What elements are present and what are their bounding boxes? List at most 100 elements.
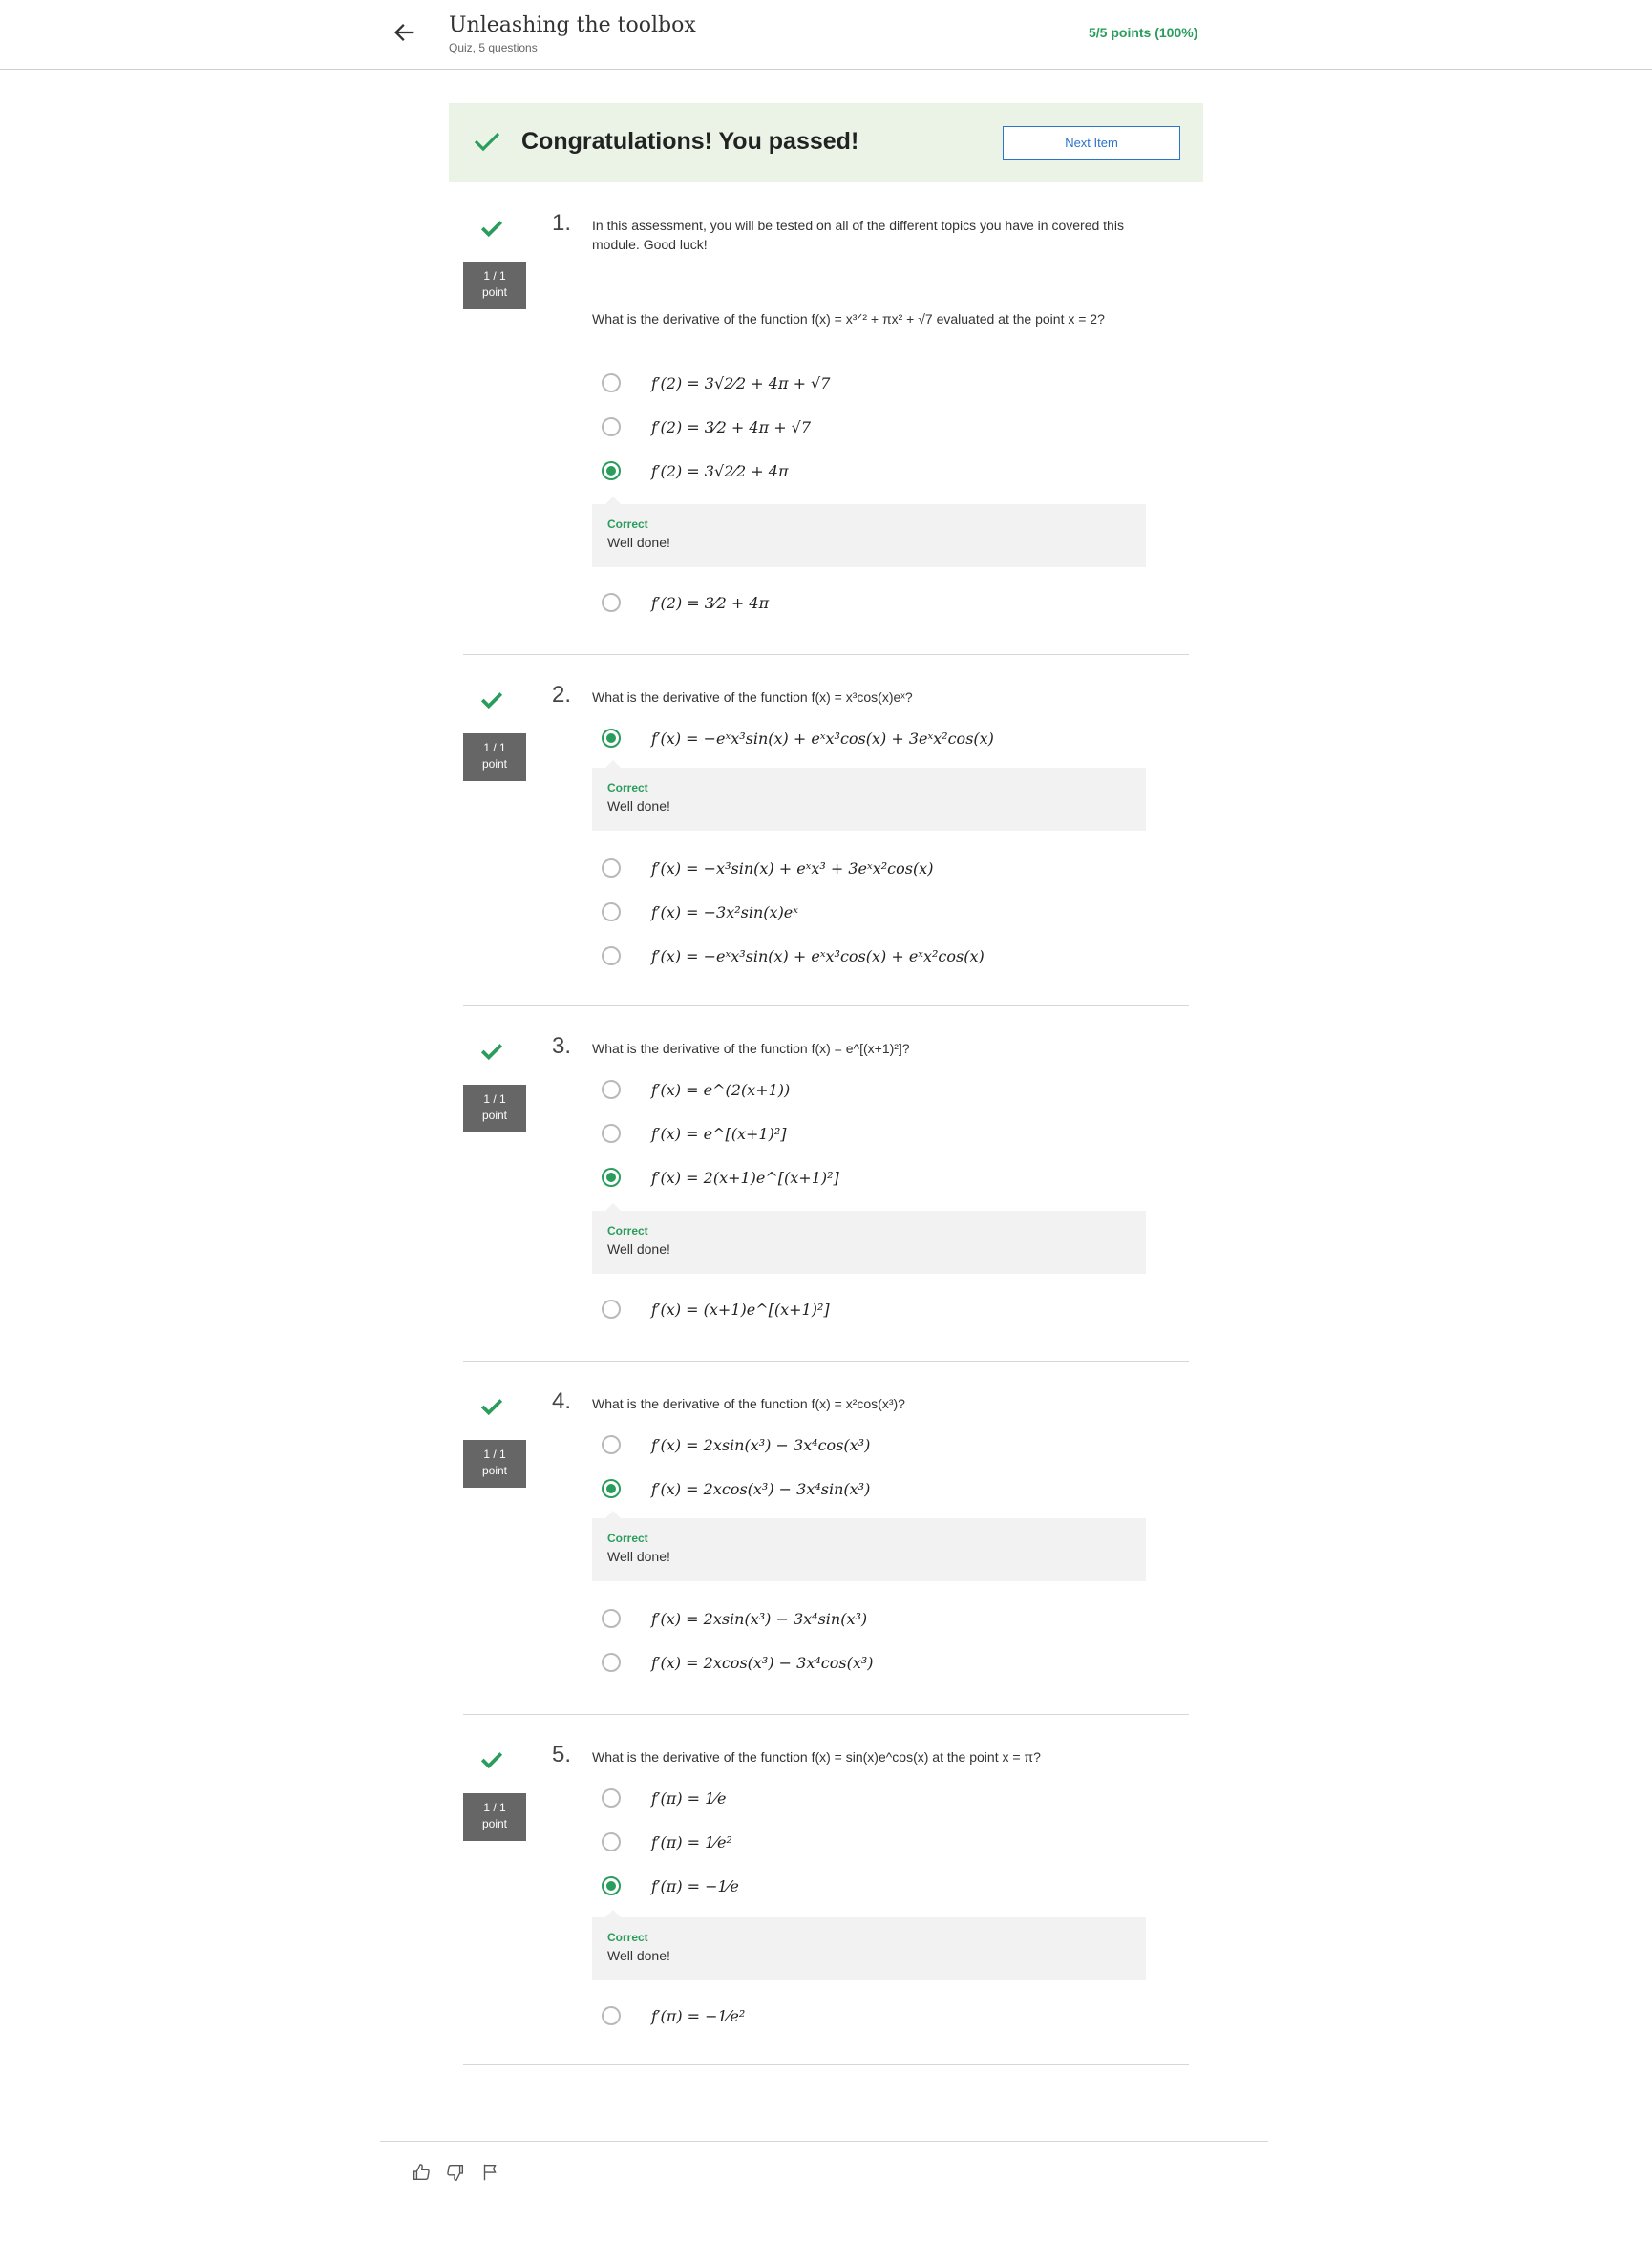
answer-option[interactable]: f′(x) = 2xcos(x³) − 3x⁴cos(x³) <box>602 1648 874 1677</box>
check-icon <box>480 1752 503 1769</box>
answer-option[interactable]: f′(x) = −x³sin(x) + eˣx³ + 3eˣx²cos(x) <box>602 854 933 882</box>
option-label: f′(x) = e^[(x+1)²] <box>651 1124 787 1143</box>
question-number: 1. <box>552 210 572 236</box>
radio-button[interactable] <box>602 1788 621 1808</box>
answer-option[interactable]: f′(2) = 3⁄2 + 4π <box>602 588 769 617</box>
divider <box>463 1361 1189 1362</box>
answer-option[interactable]: f′(π) = −1⁄e <box>602 1872 739 1900</box>
feedback-text: Well done! <box>607 1948 670 1963</box>
radio-button[interactable] <box>602 1124 621 1143</box>
feedback-box: Correct Well done! <box>592 1910 1146 1980</box>
answer-option[interactable]: f′(x) = −eˣx³sin(x) + eˣx³cos(x) + 3eˣx²… <box>602 724 994 752</box>
check-icon <box>480 1044 503 1061</box>
option-label: f′(π) = 1⁄e <box>651 1788 727 1808</box>
pass-banner: Congratulations! You passed! Next Item <box>449 103 1203 182</box>
answer-option[interactable]: f′(x) = 2xsin(x³) − 3x⁴cos(x³) <box>602 1430 870 1459</box>
option-label: f′(2) = 3√2⁄2 + 4π <box>651 461 789 480</box>
answer-option[interactable]: f′(π) = −1⁄e² <box>602 2001 745 2030</box>
check-icon <box>480 692 503 709</box>
option-label: f′(x) = e^(2(x+1)) <box>651 1080 791 1099</box>
radio-button[interactable] <box>602 1300 621 1319</box>
answer-option[interactable]: f′(2) = 3√2⁄2 + 4π <box>602 456 788 485</box>
feedback-title: Correct <box>607 1224 648 1238</box>
option-label: f′(2) = 3⁄2 + 4π + √7 <box>651 417 812 436</box>
answer-option[interactable]: f′(x) = 2(x+1)e^[(x+1)²] <box>602 1163 839 1192</box>
option-label: f′(x) = 2xsin(x³) − 3x⁴sin(x³) <box>651 1609 868 1628</box>
radio-button-selected[interactable] <box>602 1479 621 1498</box>
answer-option[interactable]: f′(π) = 1⁄e <box>602 1784 726 1812</box>
question-number: 2. <box>552 682 572 708</box>
radio-button-selected[interactable] <box>602 461 621 480</box>
radio-button[interactable] <box>602 858 621 878</box>
question-text: What is the derivative of the function f… <box>592 1396 905 1411</box>
next-item-button[interactable]: Next Item <box>1003 126 1180 160</box>
question-number: 4. <box>552 1388 572 1414</box>
question-number: 5. <box>552 1742 572 1767</box>
radio-button[interactable] <box>602 373 621 392</box>
radio-button[interactable] <box>602 946 621 965</box>
radio-button[interactable] <box>602 593 621 612</box>
answer-option[interactable]: f′(2) = 3√2⁄2 + 4π + √7 <box>602 369 830 397</box>
answer-option[interactable]: f′(x) = 2xcos(x³) − 3x⁴sin(x³) <box>602 1474 870 1503</box>
radio-button[interactable] <box>602 902 621 921</box>
flag-icon[interactable] <box>479 2162 500 2183</box>
page-title: Unleashing the toolbox <box>449 13 696 37</box>
top-bar: Unleashing the toolbox Quiz, 5 questions… <box>0 0 1652 70</box>
option-label: f′(π) = −1⁄e² <box>651 2006 746 2025</box>
answer-option[interactable]: f′(x) = −3x²sin(x)eˣ <box>602 898 798 926</box>
answer-option[interactable]: f′(x) = e^[(x+1)²] <box>602 1119 787 1148</box>
points-badge: 1 / 1 point <box>463 1085 526 1132</box>
check-icon <box>474 132 500 152</box>
arrow-left-icon[interactable] <box>392 19 418 46</box>
option-label: f′(x) = 2xcos(x³) − 3x⁴sin(x³) <box>651 1479 871 1498</box>
radio-button[interactable] <box>602 1653 621 1672</box>
answer-option[interactable]: f′(x) = e^(2(x+1)) <box>602 1075 790 1104</box>
feedback-title: Correct <box>607 518 648 531</box>
radio-button[interactable] <box>602 1609 621 1628</box>
radio-button[interactable] <box>602 1080 621 1099</box>
divider <box>463 1005 1189 1006</box>
question-intro: In this assessment, you will be tested o… <box>592 218 1124 252</box>
points-badge: 1 / 1 point <box>463 1793 526 1841</box>
pass-message: Congratulations! You passed! <box>521 128 859 155</box>
feedback-text: Well done! <box>607 1549 670 1564</box>
option-label: f′(x) = −eˣx³sin(x) + eˣx³cos(x) + 3eˣx²… <box>651 729 994 748</box>
answer-option[interactable]: f′(x) = −eˣx³sin(x) + eˣx³cos(x) + eˣx²c… <box>602 942 985 970</box>
footer-divider <box>380 2141 1268 2142</box>
answer-option[interactable]: f′(π) = 1⁄e² <box>602 1828 732 1856</box>
thumbs-down-icon[interactable] <box>445 2162 466 2183</box>
page-subtitle: Quiz, 5 questions <box>449 41 538 54</box>
feedback-title: Correct <box>607 781 648 794</box>
option-label: f′(x) = −eˣx³sin(x) + eˣx³cos(x) + eˣx²c… <box>651 946 985 965</box>
radio-button-selected[interactable] <box>602 729 621 748</box>
radio-button[interactable] <box>602 2006 621 2025</box>
points-badge: 1 / 1 point <box>463 733 526 781</box>
question-text: What is the derivative of the function f… <box>592 311 1105 327</box>
radio-button-selected[interactable] <box>602 1876 621 1895</box>
radio-button-selected[interactable] <box>602 1168 621 1187</box>
feedback-title: Correct <box>607 1931 648 1944</box>
radio-button[interactable] <box>602 1832 621 1851</box>
check-icon <box>480 221 503 238</box>
feedback-box: Correct Well done! <box>592 760 1146 831</box>
feedback-actions <box>411 2162 500 2183</box>
title-block: Unleashing the toolbox Quiz, 5 questions <box>449 11 696 55</box>
option-label: f′(x) = −3x²sin(x)eˣ <box>651 902 798 921</box>
points-badge: 1 / 1 point <box>463 262 526 309</box>
option-label: f′(x) = −x³sin(x) + eˣx³ + 3eˣx²cos(x) <box>651 858 934 878</box>
answer-option[interactable]: f′(2) = 3⁄2 + 4π + √7 <box>602 413 811 441</box>
divider <box>463 1714 1189 1715</box>
thumbs-up-icon[interactable] <box>411 2162 432 2183</box>
radio-button[interactable] <box>602 1435 621 1454</box>
radio-button[interactable] <box>602 417 621 436</box>
answer-option[interactable]: f′(x) = (x+1)e^[(x+1)²] <box>602 1295 830 1323</box>
option-label: f′(π) = −1⁄e <box>651 1876 739 1895</box>
option-label: f′(2) = 3⁄2 + 4π <box>651 593 770 612</box>
feedback-box: Correct Well done! <box>592 1511 1146 1581</box>
points-badge: 1 / 1 point <box>463 1440 526 1488</box>
question-text: What is the derivative of the function f… <box>592 1749 1041 1765</box>
answer-option[interactable]: f′(x) = 2xsin(x³) − 3x⁴sin(x³) <box>602 1604 867 1633</box>
divider <box>463 654 1189 655</box>
feedback-text: Well done! <box>607 798 670 814</box>
option-label: f′(x) = (x+1)e^[(x+1)²] <box>651 1300 830 1319</box>
